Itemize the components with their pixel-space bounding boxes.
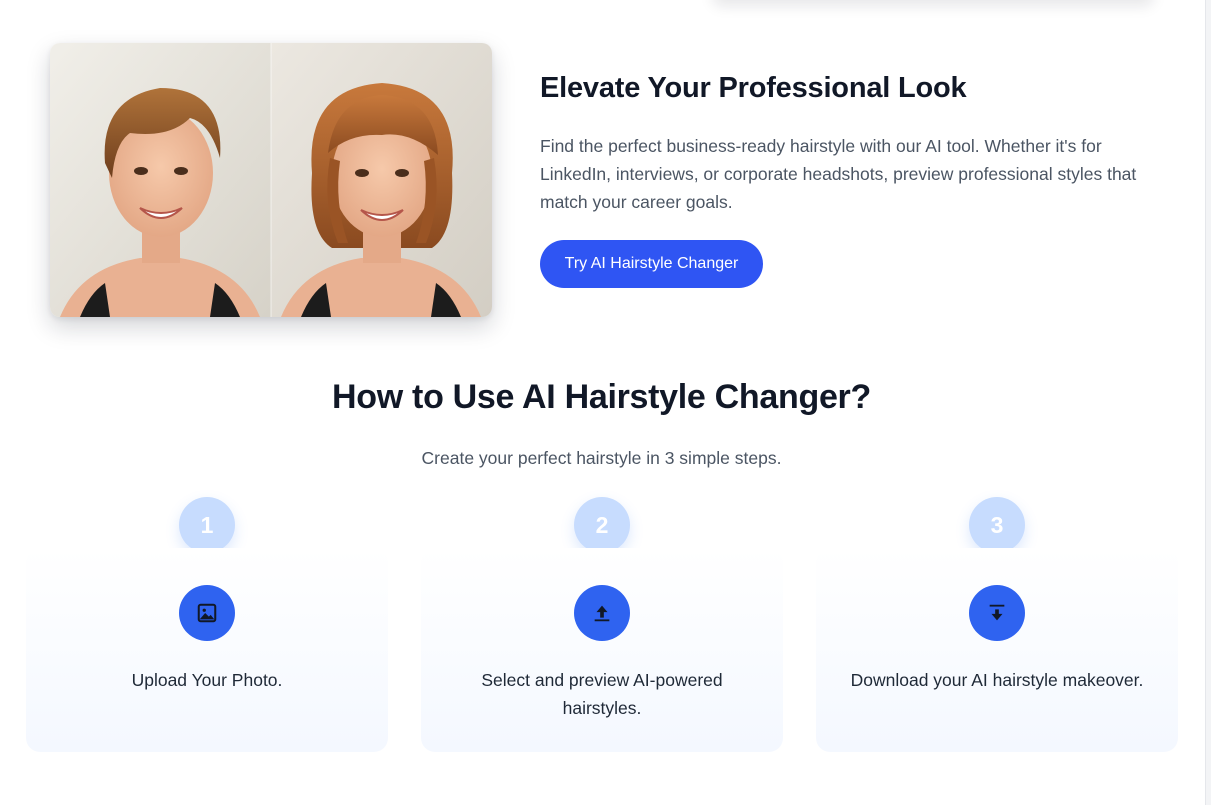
step-number-2: 2 — [574, 497, 630, 553]
step-card-select: Select and preview AI-powered hairstyles… — [421, 548, 783, 752]
step-number-3: 3 — [969, 497, 1025, 553]
step-text: Upload Your Photo. — [131, 670, 283, 690]
try-ai-hairstyle-changer-button[interactable]: Try AI Hairstyle Changer — [540, 240, 763, 288]
step-number-1: 1 — [179, 497, 235, 553]
before-after-image — [50, 43, 492, 317]
image-icon — [179, 585, 235, 641]
step-card-download: Download your AI hairstyle makeover. — [816, 548, 1178, 752]
step-card-upload: Upload Your Photo. — [26, 548, 388, 752]
upload-icon — [574, 585, 630, 641]
download-icon — [969, 585, 1025, 641]
step-text: Download your AI hairstyle makeover. — [850, 670, 1144, 690]
scrollbar-track[interactable] — [1205, 0, 1211, 805]
hero-description: Find the perfect business-ready hairstyl… — [540, 136, 1137, 212]
hero-title: Elevate Your Professional Look — [540, 72, 967, 104]
step-text: Select and preview AI-powered hairstyles… — [481, 670, 723, 718]
howto-title: How to Use AI Hairstyle Changer? — [332, 378, 871, 416]
howto-subtitle: Create your perfect hairstyle in 3 simpl… — [421, 448, 782, 468]
